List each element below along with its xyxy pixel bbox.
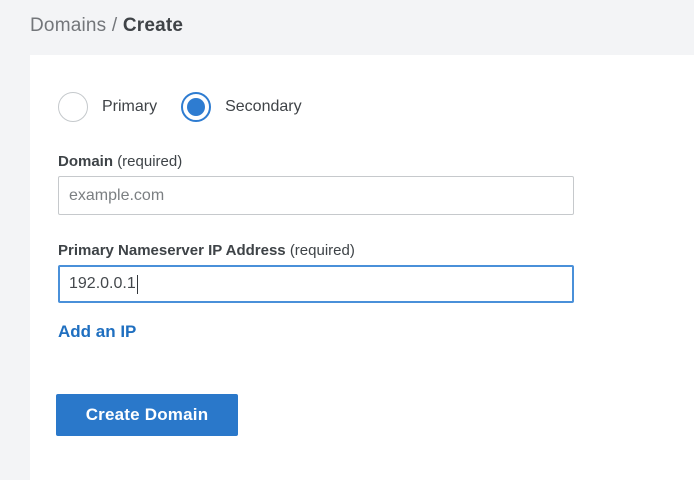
ip-input-value: 192.0.0.1 [69,275,136,293]
domain-label-text: Domain [58,153,113,170]
radio-secondary-label: Secondary [225,98,302,116]
left-gutter [0,55,30,480]
add-ip-link[interactable]: Add an IP [58,322,136,342]
radio-dot [187,98,205,116]
domain-required-note: (required) [117,153,182,170]
breadcrumb: Domains / Create [30,15,694,37]
domain-input[interactable]: example.com [58,176,574,215]
domain-field-label: Domain (required) [58,153,694,170]
radio-primary-unselected-icon[interactable] [58,92,88,122]
text-caret [137,275,138,294]
zone-type-radio-group: Primary Secondary [58,92,694,122]
radio-primary-label: Primary [102,98,157,116]
radio-secondary-selected-icon[interactable] [181,92,211,122]
create-domain-form-panel: Primary Secondary Domain (required) exam… [30,55,694,487]
page-header: Domains / Create [0,0,694,55]
create-domain-button[interactable]: Create Domain [56,394,238,436]
radio-option-secondary[interactable]: Secondary [181,92,314,122]
ip-label-text: Primary Nameserver IP Address [58,242,286,259]
domain-input-value: example.com [69,187,164,205]
ip-field-label: Primary Nameserver IP Address (required) [58,242,694,259]
breadcrumb-create: Create [123,15,183,36]
breadcrumb-domains[interactable]: Domains / [30,15,117,36]
radio-option-primary[interactable]: Primary [58,92,169,122]
page: Domains / Create Primary Secondary Domai… [0,0,694,487]
ip-required-note: (required) [290,242,355,259]
ip-input[interactable]: 192.0.0.1 [58,265,574,303]
